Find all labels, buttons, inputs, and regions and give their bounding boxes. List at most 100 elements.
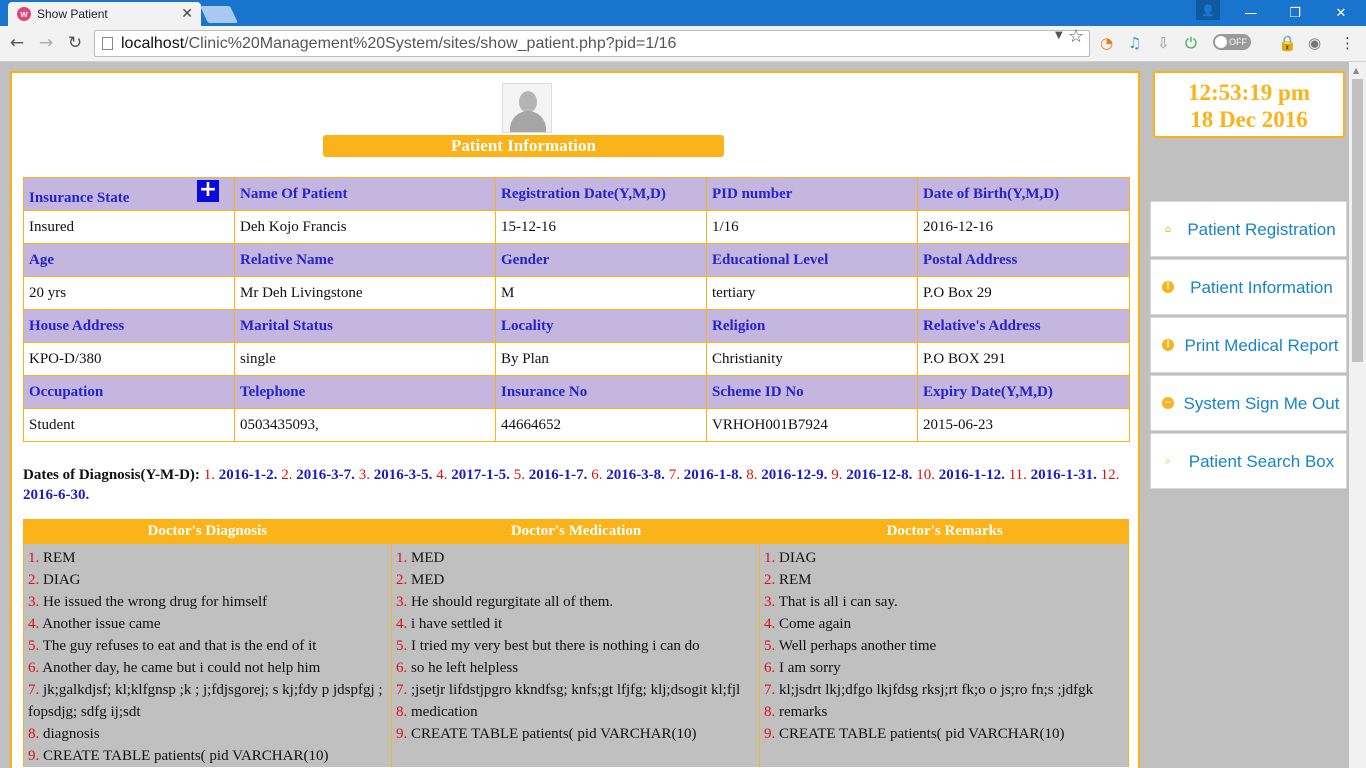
diagnosis-date-link[interactable]: 2016-12-9.	[761, 467, 827, 483]
info-header-cell: Expiry Date(Y,M,D)	[917, 375, 1130, 409]
list-item-text: diagnosis	[43, 726, 100, 742]
list-item-text: That is all i can say.	[778, 594, 898, 610]
diagnosis-date-link[interactable]: 2016-3-8.	[606, 467, 665, 483]
scroll-thumb[interactable]	[1352, 79, 1363, 362]
browser-toolbar: ← → ↻ localhost/Clinic%20Management%20Sy…	[0, 26, 1366, 62]
diagnosis-date-link[interactable]: 2016-3-5.	[374, 467, 433, 483]
diagnosis-date-number: 8.	[746, 467, 758, 483]
info-value-cell: 2015-06-23	[917, 408, 1130, 442]
list-item: 2. DIAG	[28, 569, 387, 591]
info-value-cell: Student	[23, 408, 235, 442]
patient-info-table: + Insurance State Name Of Patient Registrat…	[23, 177, 1130, 442]
off-toggle[interactable]: OFF	[1213, 34, 1251, 50]
info-header-label: Marital Status	[240, 317, 333, 334]
list-item-text: MED	[411, 550, 445, 566]
list-item: 8. diagnosis	[28, 723, 387, 745]
page-scrollbar[interactable]: ▲	[1349, 62, 1366, 768]
diagnosis-date-link[interactable]: 2016-1-2.	[219, 467, 278, 483]
list-item-text: jk;galkdjsf; kl;klfgnsp ;k ; j;fdjsgorej…	[28, 682, 383, 720]
close-window-icon[interactable]: ✕	[1318, 0, 1364, 26]
diagnosis-date-link[interactable]: 2016-12-8.	[846, 467, 912, 483]
list-item: 5. I tried my very best but there is not…	[396, 635, 755, 657]
diagnosis-date-link[interactable]: 2017-1-5.	[451, 467, 510, 483]
list-item-number: 2.	[396, 572, 408, 588]
back-icon[interactable]: ←	[6, 32, 28, 54]
info-header-cell: Postal Address	[917, 243, 1130, 277]
info-header-label: Occupation	[29, 383, 104, 400]
list-item: 7. kl;jsdrt lkj;dfgo lkjfdsg rksj;rt fk;…	[764, 679, 1124, 701]
list-item-text: kl;jsdrt lkj;dfgo lkjfdsg rksj;rt fk;o o…	[779, 682, 1094, 698]
info-value-cell: KPO-D/380	[23, 342, 235, 376]
list-item-text: Another issue came	[42, 616, 161, 632]
diagnosis-date-link[interactable]: 2016-1-7.	[529, 467, 588, 483]
minus-circle-icon: −	[1162, 397, 1174, 409]
lock-icon[interactable]: 🔒	[1278, 33, 1297, 53]
info-value-cell: M	[495, 276, 707, 310]
page-title: Patient Information	[323, 135, 724, 157]
list-item-number: 1.	[28, 550, 40, 566]
toggle-label: OFF	[1229, 37, 1247, 47]
diagnosis-date-link[interactable]: 2016-1-8.	[684, 467, 743, 483]
list-item-text: MED	[411, 572, 445, 588]
browser-tab[interactable]: w Show Patient ✕	[8, 2, 201, 26]
doctor-column-header: Doctor's Remarks	[886, 523, 1003, 539]
info-header-cell: Relative's Address	[917, 309, 1130, 343]
list-item-number: 5.	[764, 638, 776, 654]
forward-icon[interactable]: →	[35, 32, 57, 54]
list-item: 5. Well perhaps another time	[764, 635, 1124, 657]
list-item-number: 5.	[396, 638, 408, 654]
bookmark-star-icon[interactable]: ☆	[1068, 26, 1084, 47]
doctor-column: 1. MED 2. MED 3. He should regurgitate all…	[392, 544, 760, 767]
download-icon[interactable]: ⇩	[1157, 33, 1170, 53]
info-value-cell: Christianity	[706, 342, 918, 376]
address-bar[interactable]: localhost/Clinic%20Management%20System/s…	[94, 30, 1090, 57]
sidebar-item-print-medical-report[interactable]: i Print Medical Report	[1150, 317, 1347, 373]
menu-icon[interactable]: ⋮	[1340, 33, 1355, 53]
user-profile-icon[interactable]: 👤	[1196, 0, 1220, 20]
list-item: 1. REM	[28, 547, 387, 569]
chevron-down-icon[interactable]: ▼	[1055, 30, 1063, 41]
info-header-label: PID number	[712, 185, 793, 202]
info-value-cell: Mr Deh Livingstone	[234, 276, 496, 310]
list-item-text: REM	[43, 550, 76, 566]
list-item-text: I tried my very best but there is nothin…	[411, 638, 700, 654]
list-item-text: remarks	[779, 704, 828, 720]
toggle-knob	[1215, 36, 1227, 48]
list-item-number: 1.	[764, 550, 776, 566]
sidebar-item-patient-information[interactable]: i Patient Information	[1150, 259, 1347, 315]
scroll-up-icon[interactable]: ▲	[1353, 66, 1359, 75]
reload-icon[interactable]: ↻	[64, 32, 86, 54]
list-item-text: CREATE TABLE patients( pid VARCHAR(10)	[411, 726, 697, 742]
info-header-label: Gender	[501, 251, 550, 268]
new-tab-button[interactable]	[200, 6, 238, 23]
tab-close-icon[interactable]: ✕	[181, 5, 193, 22]
headphones-icon[interactable]: ♫	[1128, 33, 1141, 53]
sidebar-item-patient-search-box[interactable]: ⌕ Patient Search Box	[1150, 433, 1347, 489]
diagnosis-date-number: 9.	[831, 467, 843, 483]
avatar-head	[519, 91, 537, 113]
info-header-cell: Relative Name	[234, 243, 496, 277]
add-insurance-button[interactable]: +	[197, 178, 219, 202]
patient-avatar	[502, 83, 552, 133]
power-icon[interactable]: ⏻	[1185, 33, 1197, 53]
info-header-label: Age	[29, 251, 54, 268]
minimize-icon[interactable]: —	[1228, 0, 1274, 26]
list-item-text: DIAG	[779, 550, 817, 566]
diagnosis-date-link[interactable]: 2016-6-30.	[23, 487, 89, 503]
info-value-row: Student 0503435093, 44664652 VRHOH001B7924 2…	[23, 408, 1130, 442]
info-header-cell: Gender	[495, 243, 707, 277]
sidebar-item-patient-registration[interactable]: ⌂ Patient Registration	[1150, 201, 1347, 257]
globe-icon[interactable]: ◉	[1308, 33, 1321, 53]
doctor-column-header: Doctor's Medication	[510, 523, 642, 539]
diagnosis-date-link[interactable]: 2016-1-31.	[1031, 467, 1097, 483]
list-item-number: 4.	[28, 616, 40, 632]
list-item-number: 6.	[396, 660, 408, 676]
list-item-number: 3.	[764, 594, 776, 610]
sidebar-item-system-sign-me-out[interactable]: − System Sign Me Out	[1150, 375, 1347, 431]
diagnosis-date-link[interactable]: 2016-3-7.	[296, 467, 355, 483]
restore-icon[interactable]: ❐	[1272, 0, 1318, 26]
diagnosis-date-link[interactable]: 2016-1-12.	[939, 467, 1005, 483]
sidebar-item-label: Patient Registration	[1187, 219, 1336, 239]
extension-c-icon[interactable]: ◔	[1100, 33, 1113, 53]
info-value-cell: tertiary	[706, 276, 918, 310]
